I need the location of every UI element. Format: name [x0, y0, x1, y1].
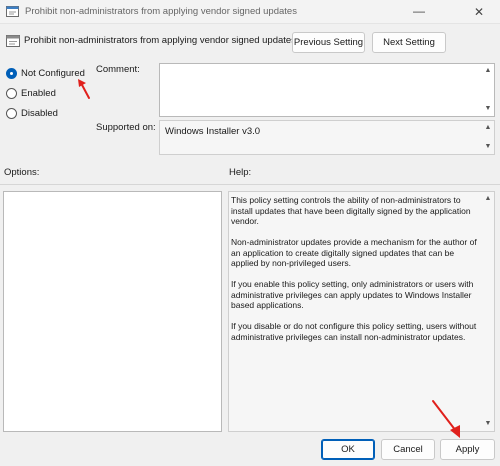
- scroll-up-arrow-icon[interactable]: ▲: [484, 67, 492, 75]
- options-label: Options:: [4, 167, 40, 178]
- radio-button-selected[interactable]: [6, 67, 17, 79]
- ok-button[interactable]: OK: [321, 439, 375, 460]
- scroll-down-arrow-icon[interactable]: ▼: [484, 420, 492, 428]
- help-paragraph: This policy setting controls the ability…: [231, 195, 471, 226]
- radio-not-configured[interactable]: Not Configured: [6, 66, 85, 80]
- policy-window-icon: [6, 6, 19, 17]
- radio-button[interactable]: [6, 107, 17, 119]
- scroll-up-arrow-icon[interactable]: ▲: [484, 124, 492, 132]
- previous-setting-button[interactable]: Previous Setting: [292, 32, 365, 53]
- scroll-down-arrow-icon[interactable]: ▼: [484, 143, 492, 151]
- minimize-button[interactable]: —: [406, 2, 432, 22]
- supported-on-value: Windows Installer v3.0: [165, 126, 261, 137]
- options-panel: [3, 191, 222, 432]
- radio-button[interactable]: [6, 87, 17, 99]
- next-setting-button[interactable]: Next Setting: [372, 32, 446, 53]
- help-panel: This policy setting controls the ability…: [228, 191, 495, 432]
- scroll-down-arrow-icon[interactable]: ▼: [484, 105, 492, 113]
- window-title: Prohibit non-administrators from applyin…: [25, 6, 297, 17]
- annotation-arrow-not-configured-icon: [78, 79, 90, 99]
- setting-title: Prohibit non-administrators from applyin…: [24, 35, 296, 46]
- help-label: Help:: [229, 167, 252, 178]
- help-paragraph: If you disable or do not configure this …: [231, 321, 477, 342]
- section-divider: [0, 184, 500, 185]
- close-button[interactable]: ✕: [464, 2, 494, 22]
- scroll-up-arrow-icon[interactable]: ▲: [484, 195, 492, 203]
- help-paragraph: If you enable this policy setting, only …: [231, 279, 474, 310]
- help-paragraph: Non-administrator updates provide a mech…: [231, 237, 477, 268]
- comment-field[interactable]: ▲ ▼: [159, 63, 495, 117]
- supported-on-label: Supported on:: [96, 122, 156, 133]
- policy-setting-icon: [6, 35, 20, 47]
- comment-label: Comment:: [96, 64, 140, 75]
- title-bar: Prohibit non-administrators from applyin…: [0, 0, 500, 24]
- radio-enabled[interactable]: Enabled: [6, 86, 56, 100]
- help-text: This policy setting controls the ability…: [231, 195, 479, 353]
- supported-on-field: Windows Installer v3.0 ▲ ▼: [159, 120, 495, 155]
- radio-label-disabled: Disabled: [21, 107, 58, 119]
- apply-button[interactable]: Apply: [440, 439, 495, 460]
- cancel-button[interactable]: Cancel: [381, 439, 435, 460]
- radio-disabled[interactable]: Disabled: [6, 106, 58, 120]
- radio-label-enabled: Enabled: [21, 87, 56, 99]
- radio-label-not-configured: Not Configured: [21, 67, 85, 79]
